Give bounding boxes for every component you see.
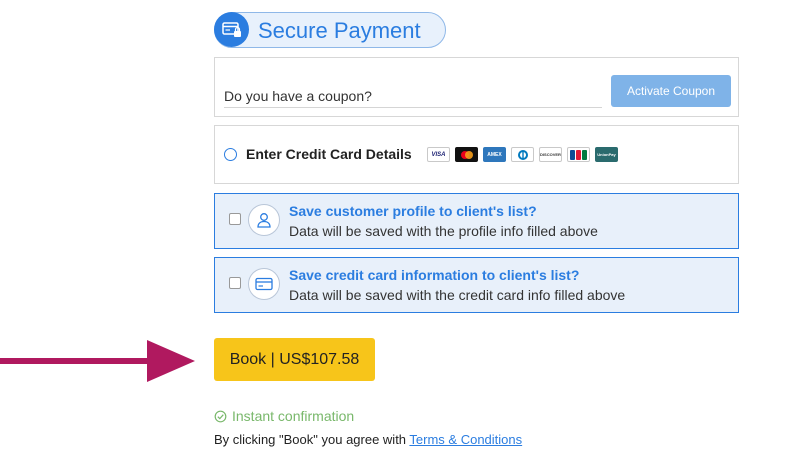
mastercard-logo-icon bbox=[455, 147, 478, 162]
credit-card-option[interactable]: Enter Credit Card Details VISA AMEX DISC… bbox=[214, 125, 739, 184]
terms-agreement: By clicking "Book" you agree with Terms … bbox=[214, 432, 522, 447]
amex-logo-icon: AMEX bbox=[483, 147, 506, 162]
save-profile-title: Save customer profile to client's list? bbox=[289, 203, 537, 219]
check-circle-icon bbox=[214, 410, 227, 422]
secure-payment-header: Secure Payment bbox=[214, 12, 446, 48]
unionpay-logo-icon: UnionPay bbox=[595, 147, 618, 162]
user-profile-icon bbox=[248, 204, 280, 236]
pointer-arrow-icon bbox=[0, 340, 195, 382]
diners-club-logo-icon bbox=[511, 147, 534, 162]
jcb-logo-icon bbox=[567, 147, 590, 162]
payment-card-lock-icon bbox=[214, 12, 249, 47]
save-profile-checkbox[interactable] bbox=[229, 213, 241, 225]
save-customer-profile-option[interactable]: Save customer profile to client's list? … bbox=[214, 193, 739, 249]
save-profile-description: Data will be saved with the profile info… bbox=[289, 223, 598, 239]
coupon-section: Activate Coupon bbox=[214, 57, 739, 117]
terms-conditions-link[interactable]: Terms & Conditions bbox=[409, 432, 522, 447]
save-card-description: Data will be saved with the credit card … bbox=[289, 287, 626, 303]
visa-logo-icon: VISA bbox=[427, 147, 450, 162]
discover-logo-icon: DISCOVER bbox=[539, 147, 562, 162]
coupon-input[interactable] bbox=[224, 85, 602, 108]
save-credit-card-option[interactable]: Save credit card information to client's… bbox=[214, 257, 739, 313]
page-title: Secure Payment bbox=[258, 18, 421, 43]
save-card-title: Save credit card information to client's… bbox=[289, 267, 580, 283]
save-card-checkbox[interactable] bbox=[229, 277, 241, 289]
credit-card-option-label: Enter Credit Card Details bbox=[246, 146, 412, 162]
activate-coupon-button[interactable]: Activate Coupon bbox=[611, 75, 731, 107]
card-logos: VISA AMEX DISCOVER UnionPay bbox=[427, 147, 618, 162]
book-button[interactable]: Book | US$107.58 bbox=[214, 338, 375, 381]
terms-agreement-text: By clicking "Book" you agree with bbox=[214, 432, 410, 447]
credit-card-radio[interactable] bbox=[224, 148, 237, 161]
credit-card-icon bbox=[248, 268, 280, 300]
instant-confirmation-text: Instant confirmation bbox=[232, 408, 355, 424]
instant-confirmation: Instant confirmation bbox=[214, 408, 354, 424]
